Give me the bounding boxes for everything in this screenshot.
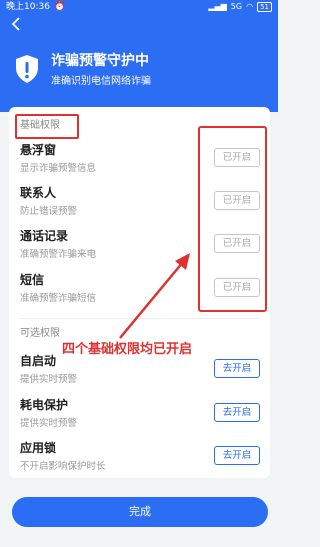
permission-title: 耗电保护: [20, 398, 69, 412]
permission-title: 应用锁: [20, 441, 57, 455]
back-button[interactable]: [8, 16, 24, 32]
permission-title: 通话记录: [20, 229, 69, 243]
permission-desc: 显示诈骗预警信息: [20, 163, 97, 174]
wifi-icon: ◠: [246, 2, 254, 11]
divider: [20, 318, 260, 319]
alarm-icon: ⏰: [53, 2, 66, 12]
chevron-left-icon: [11, 17, 20, 31]
permission-desc: 不开启影响保护时长: [20, 461, 106, 472]
enable-button-app-lock[interactable]: 去开启: [214, 446, 260, 465]
highlight-box-enabled-buttons: [198, 126, 267, 312]
enable-button-autostart[interactable]: 去开启: [214, 359, 260, 378]
annotation-text: 四个基础权限均已开启: [62, 340, 212, 360]
battery-level: 51: [257, 2, 272, 12]
permission-desc: 防止错误预警: [20, 206, 78, 217]
permissions-card: 基础权限 悬浮窗 显示诈骗预警信息 已开启 联系人 防止错误预警 已开启 通话记…: [9, 107, 270, 478]
permission-desc: 准确预警诈骗短信: [20, 293, 97, 304]
permission-desc: 提供实时预警: [20, 418, 78, 429]
permission-title: 自启动: [20, 354, 57, 368]
permission-title: 短信: [20, 273, 45, 287]
permission-row-app-lock: 应用锁 不开启影响保护时长 去开启: [9, 440, 270, 482]
permission-title: 悬浮窗: [20, 143, 57, 157]
shield-icon: [16, 55, 38, 83]
permission-title: 联系人: [20, 186, 57, 200]
permission-desc: 准确预警诈骗来电: [20, 249, 97, 260]
status-bar: 晚上10:36 ⏰ ▂▄▆ 5G ◠ 51: [0, 0, 278, 14]
done-button[interactable]: 完成: [12, 497, 268, 527]
page-subtitle: 准确识别电信网络诈骗: [51, 76, 151, 87]
permission-row-battery-protection: 耗电保护 提供实时预警 去开启: [9, 397, 270, 439]
section-label-optional: 可选权限: [20, 328, 60, 339]
page-title: 诈骗预警守护中: [51, 53, 149, 69]
signal-icon: ▂▄▆: [208, 2, 227, 11]
enable-button-battery-protection[interactable]: 去开启: [214, 403, 260, 422]
status-time: 晚上10:36: [6, 2, 50, 12]
permission-desc: 提供实时预警: [20, 374, 78, 385]
section-label-basic: 基础权限: [20, 120, 60, 131]
network-type: 5G: [230, 2, 243, 11]
